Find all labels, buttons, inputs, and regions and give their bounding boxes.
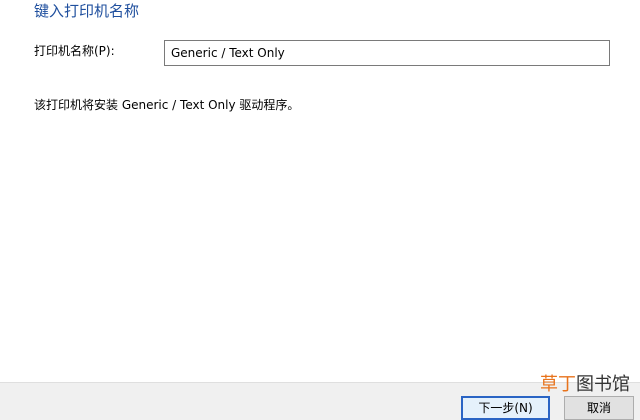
printer-name-label: 打印机名称(P): [34,44,115,58]
button-bar: 下一步(N) 取消 [0,382,640,420]
printer-name-input[interactable] [164,40,610,66]
driver-info-text: 该打印机将安装 Generic / Text Only 驱动程序。 [34,98,300,112]
next-button[interactable]: 下一步(N) [461,396,550,420]
cancel-button[interactable]: 取消 [564,396,634,420]
page-title: 键入打印机名称 [34,2,140,20]
